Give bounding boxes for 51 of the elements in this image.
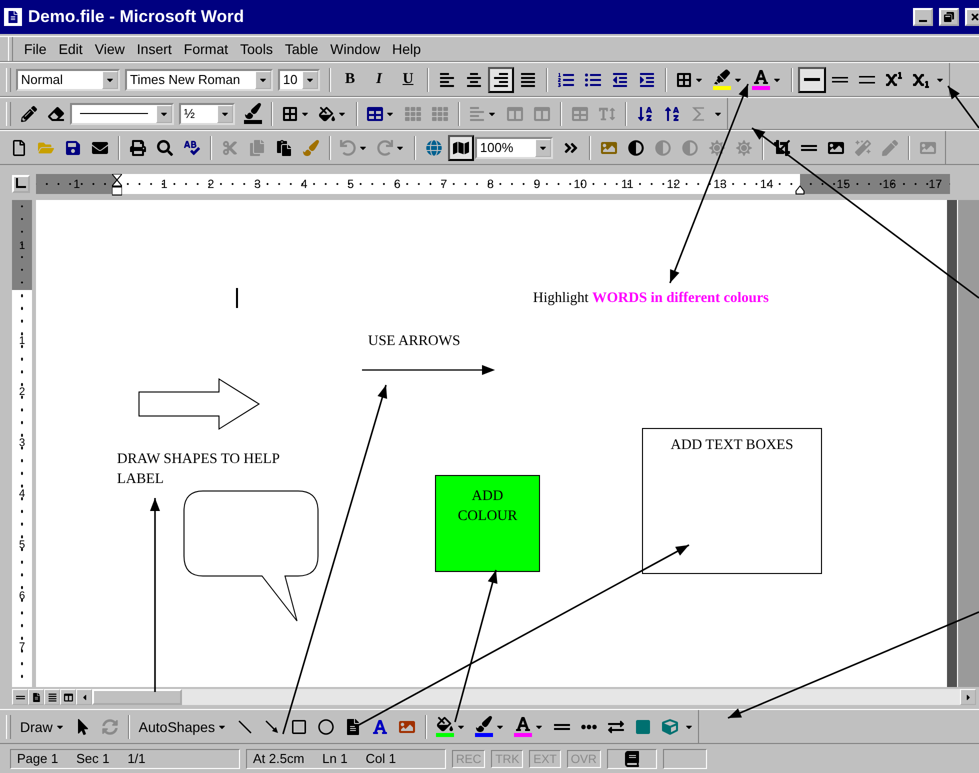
ruler-number: 2 bbox=[18, 386, 26, 398]
window-title: Demo.file - Microsoft Word bbox=[28, 7, 245, 27]
dropdown-field[interactable]: ½ bbox=[179, 102, 235, 124]
ruler-number: 7 bbox=[18, 641, 26, 653]
status-text: Sec 1 bbox=[76, 751, 110, 766]
menu-item[interactable]: Insert bbox=[132, 39, 177, 59]
menu-item[interactable]: Tools bbox=[235, 39, 278, 59]
ruler-number: 7 bbox=[439, 178, 448, 190]
menu-item[interactable]: View bbox=[90, 39, 130, 59]
menu-item[interactable]: Table bbox=[280, 39, 324, 59]
text-style-button[interactable]: U bbox=[394, 66, 422, 92]
menu-item[interactable]: Edit bbox=[54, 39, 88, 59]
ruler-number: 13 bbox=[712, 178, 728, 190]
menu-item[interactable]: Window bbox=[325, 39, 386, 59]
dropdown-field[interactable]: Times New Roman bbox=[125, 68, 273, 90]
menu-item[interactable]: Help bbox=[387, 39, 426, 59]
ruler-number: 3 bbox=[253, 178, 262, 190]
menu-item[interactable]: File bbox=[19, 39, 52, 59]
ruler-number: 1 bbox=[18, 335, 26, 347]
ruler-number: 11 bbox=[620, 178, 635, 190]
highlight-note: Highlight WORDS in different colours bbox=[533, 289, 769, 308]
ruler-number: 16 bbox=[882, 178, 897, 190]
menu-item[interactable]: Format bbox=[178, 39, 234, 59]
ruler-number: 15 bbox=[836, 178, 851, 190]
ruler-number: 1 bbox=[160, 178, 169, 190]
status-text: Col 1 bbox=[366, 751, 396, 766]
arrows-note: USE ARROWS bbox=[368, 332, 460, 351]
colour-box: ADD COLOUR bbox=[435, 475, 540, 572]
ruler-number: 3 bbox=[18, 437, 26, 449]
dropdown-field[interactable]: 10 bbox=[278, 68, 320, 90]
status-text: Ln 1 bbox=[322, 751, 348, 766]
ruler-number: 14 bbox=[758, 178, 774, 190]
dropdown-field[interactable]: Normal bbox=[16, 68, 120, 90]
ruler-number: 10 bbox=[572, 178, 588, 190]
status-text: Page 1 bbox=[17, 751, 58, 766]
ruler-number: 5 bbox=[346, 178, 355, 190]
text-box: ADD TEXT BOXES bbox=[642, 428, 822, 574]
ruler-number: 2 bbox=[206, 178, 216, 190]
text-style-button[interactable]: I bbox=[365, 66, 393, 92]
status-text: 1/1 bbox=[127, 751, 146, 766]
ruler-number: 12 bbox=[666, 178, 682, 190]
ruler-number: 5 bbox=[18, 539, 26, 551]
ruler-number: 6 bbox=[18, 590, 26, 602]
shapes-note: DRAW SHAPES TO HELP LABEL bbox=[117, 450, 280, 489]
ruler-number: 4 bbox=[18, 488, 26, 500]
autoshapes-menu-button[interactable]: AutoShapes bbox=[134, 714, 231, 740]
draw-menu-button[interactable]: Draw bbox=[16, 714, 69, 740]
text-style-button[interactable]: B bbox=[336, 66, 364, 92]
dropdown-field[interactable]: 100% bbox=[475, 136, 553, 158]
ruler-number: 1 bbox=[72, 178, 81, 190]
status-text: At 2.5cm bbox=[253, 751, 304, 766]
